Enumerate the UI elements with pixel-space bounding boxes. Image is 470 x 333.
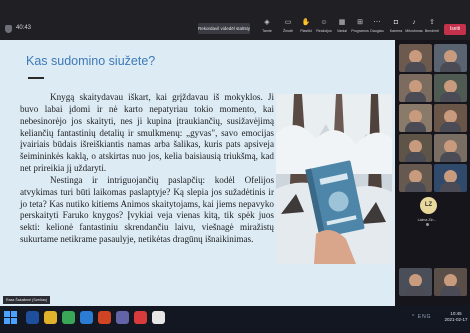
search-icon[interactable] [26,311,39,324]
slide-body: Knygą skaitydavau iškart, kai grįždavau … [20,92,274,246]
participant-tile[interactable] [434,268,467,296]
slide-title: Kas sudomino siužete? [26,54,156,68]
title-underline [28,77,44,79]
app-icon[interactable] [152,311,165,324]
participant-tile[interactable] [399,268,432,296]
toolbar-view-button[interactable]: ▦ Vardai [333,18,351,38]
shared-slide: Kas sudomino siužete? Knygą skaitydavau … [0,40,395,306]
taskbar-clock[interactable]: 10:45 2021-02-17 [444,311,468,323]
file-explorer-icon[interactable] [44,311,57,324]
hand-icon: ✋ [301,19,311,26]
toolbar-camera-button[interactable]: ◘ Kamera [387,18,405,38]
stop-recording-button[interactable]: Rekordavil videdēl stalīsty [198,23,250,34]
slide-paragraph: Knygą skaitydavau iškart, kai grįždavau … [20,92,274,174]
book-photo [276,94,392,264]
leave-button[interactable]: Iseiti [444,24,466,35]
shield-icon [5,25,12,33]
teams-icon[interactable] [116,311,129,324]
windows-taskbar: ^ ENG 10:45 2021-02-17 [0,306,470,333]
chat-icon: ▭ [284,19,292,26]
participant-tile[interactable] [399,44,432,72]
participant-tile[interactable] [399,134,432,162]
participant-tile[interactable] [434,74,467,102]
share-icon: ⇪ [429,19,435,26]
toolbar-chat-button[interactable]: ▭ Žinutė [279,18,297,38]
participant-name: Laima Zin... [417,218,437,222]
participant-tile[interactable] [434,104,467,132]
more-participants-icon [426,223,429,226]
participants-panel [395,40,470,306]
system-tray[interactable]: ^ ENG [412,314,432,320]
participant-tile[interactable] [399,104,432,132]
apps-icon: ⊞ [357,19,363,26]
word-icon[interactable] [80,311,93,324]
camera-icon: ◘ [393,19,399,26]
toolbar-reactions-button[interactable]: ☺ Reakcijos [315,18,333,38]
toolbar-mic-button[interactable]: ♪ Mikrofonas [405,18,423,38]
windows-start-button[interactable] [4,311,18,325]
powerpoint-icon[interactable] [98,311,111,324]
toolbar-more-button[interactable]: ⋯ Daugiau [368,18,386,38]
mic-icon: ♪ [412,19,416,26]
meeting-timer: 40:43 [16,25,32,31]
chrome-icon[interactable] [62,311,75,324]
shield-icon: ◈ [264,19,270,26]
presenter-name-tag: Rasa Šakalienė (Svečias) [3,296,51,304]
meeting-toolbar: 40:43 Rekordavil videdēl stalīsty ◈ Tamte… [0,0,470,40]
participant-tile[interactable] [434,134,467,162]
toolbar-raise-hand-button[interactable]: ✋ Plastikt [297,18,315,38]
toolbar-shield-button[interactable]: ◈ Tamte [258,18,276,38]
more-icon: ⋯ [373,19,381,26]
smile-icon: ☺ [320,19,328,26]
toolbar-apps-button[interactable]: ⊞ Programos [351,18,369,38]
grid-icon: ▦ [338,19,346,26]
pdf-icon[interactable] [134,311,147,324]
toolbar-share-button[interactable]: ⇪ Bendrinti [423,18,441,38]
participant-tile[interactable] [399,74,432,102]
participant-avatar[interactable]: LZ [420,197,437,214]
participant-tile[interactable] [434,44,467,72]
slide-paragraph: Nestinga ir intriguojančių paslapčių: ko… [20,174,274,245]
participant-tile[interactable] [434,164,467,192]
participant-tile[interactable] [399,164,432,192]
